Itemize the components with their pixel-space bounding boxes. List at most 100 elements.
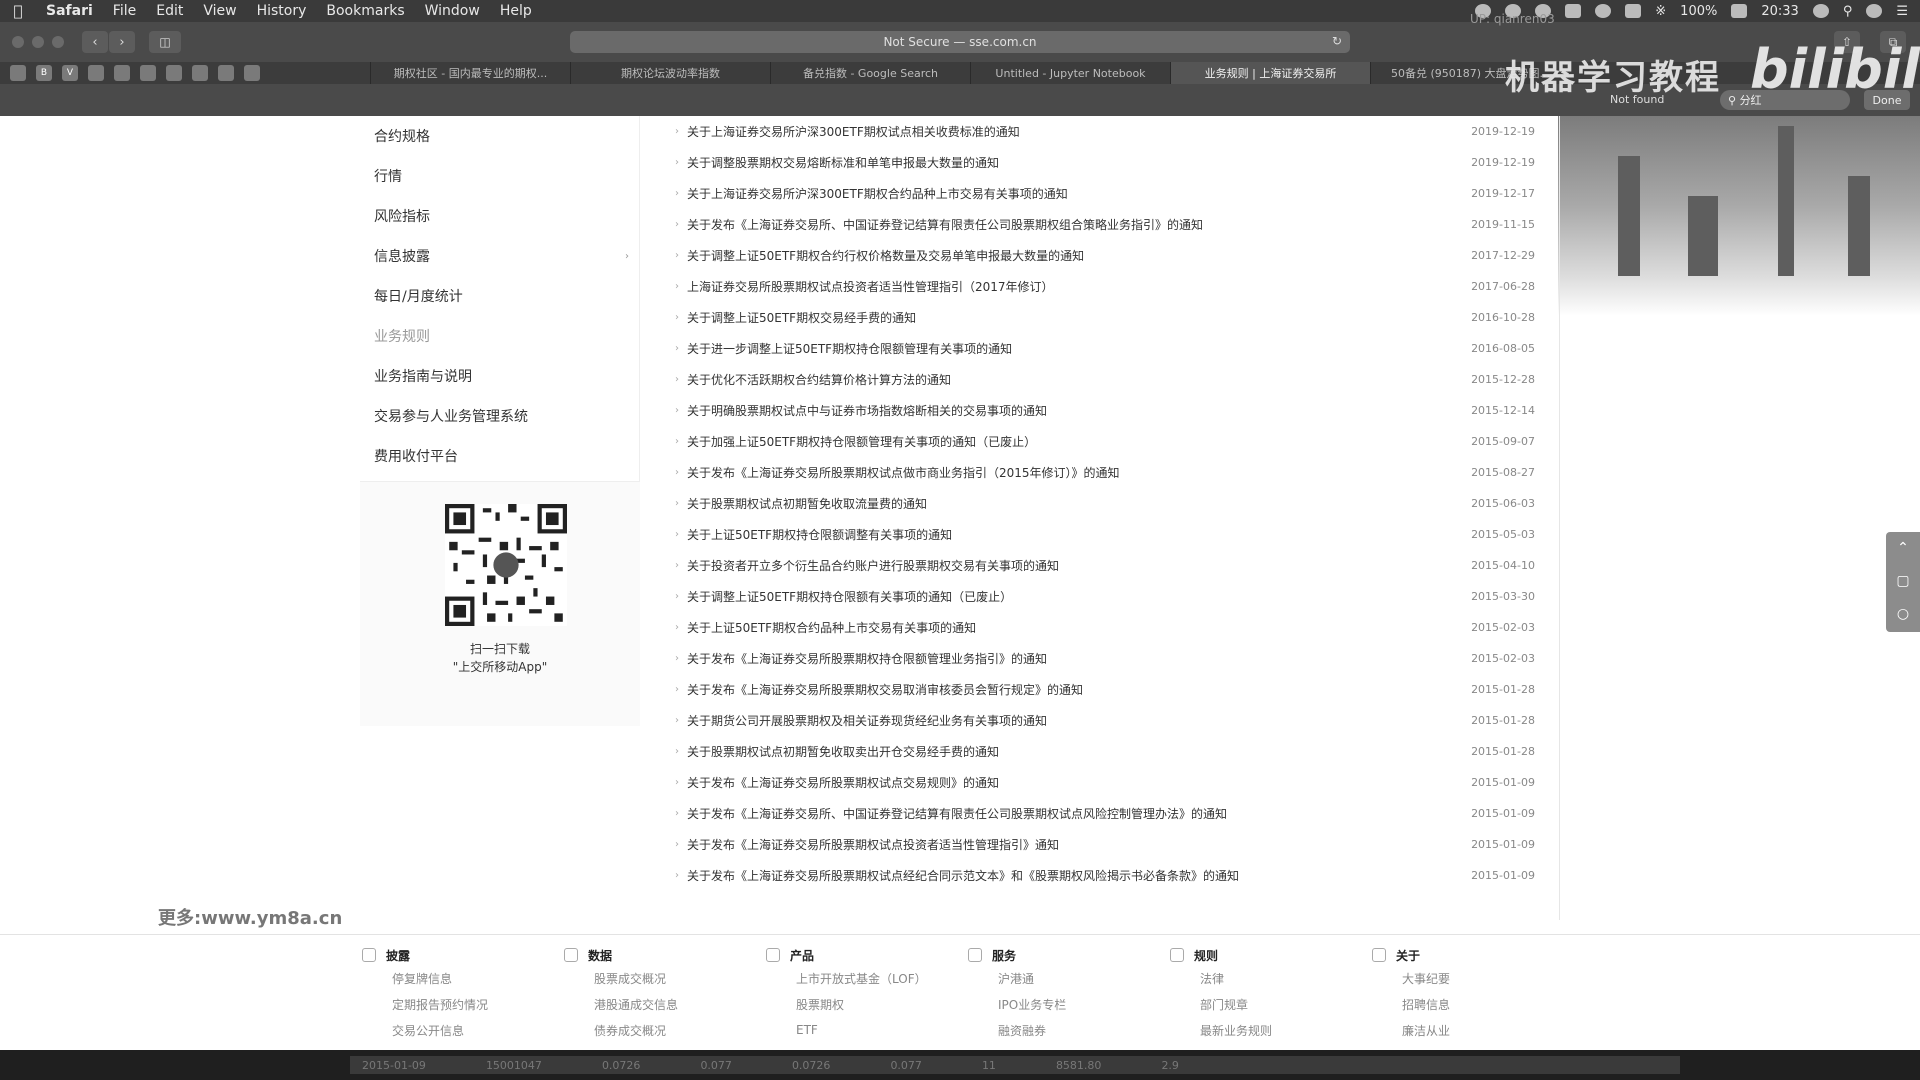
back-button[interactable]: ‹ — [82, 31, 108, 53]
address-bar[interactable]: Not Secure — sse.com.cn ↻ — [570, 31, 1350, 53]
notice-row[interactable]: › 关于发布《上海证券交易所股票期权持仓限额管理业务指引》的通知 2015-02-0… — [675, 643, 1559, 674]
notice-title[interactable]: 关于上海证券交易所沪深300ETF期权合约品种上市交易有关事项的通知 — [687, 185, 1469, 202]
user-icon[interactable] — [1812, 4, 1829, 18]
wifi-icon[interactable] — [1595, 4, 1612, 18]
favorite-icon-4[interactable] — [88, 65, 104, 81]
tab-google-search[interactable]: 备兑指数 - Google Search — [770, 62, 970, 84]
notice-title[interactable]: 关于调整上证50ETF期权合约行权价格数量及交易单笔申报最大数量的通知 — [687, 247, 1469, 264]
sidebar-item-risk-indicators[interactable]: 风险指标 — [360, 196, 639, 236]
notice-title[interactable]: 关于明确股票期权试点中与证券市场指数熔断相关的交易事项的通知 — [687, 402, 1469, 419]
notice-title[interactable]: 关于发布《上海证券交易所、中国证券登记结算有限责任公司股票期权组合策略业务指引》… — [687, 216, 1469, 233]
sidebar-toggle-icon[interactable]: ◫ — [149, 31, 181, 53]
menu-help[interactable]: Help — [490, 3, 542, 19]
notice-title[interactable]: 关于股票期权试点初期暂免收取卖出开仓交易经手费的通知 — [687, 743, 1469, 760]
zoom-window-button[interactable] — [52, 36, 64, 48]
notice-row[interactable]: › 关于上海证券交易所沪深300ETF期权合约品种上市交易有关事项的通知 2019-… — [675, 178, 1559, 209]
favorite-icon-10[interactable] — [244, 65, 260, 81]
footer-link[interactable]: ETF — [766, 1017, 956, 1043]
favorite-icon-1[interactable] — [10, 65, 26, 81]
notice-title[interactable]: 关于期货公司开展股票期权及相关证券现货经纪业务有关事项的通知 — [687, 712, 1469, 729]
clock[interactable]: 20:33 — [1761, 4, 1798, 19]
favorite-icon-6[interactable] — [140, 65, 156, 81]
notice-row[interactable]: › 关于进一步调整上证50ETF期权持仓限额管理有关事项的通知 2016-08-05 — [675, 333, 1559, 364]
notice-row[interactable]: › 上海证券交易所股票期权试点投资者适当性管理指引（2017年修订） 2017-06… — [675, 271, 1559, 302]
bluetooth-icon[interactable]: ※ — [1655, 4, 1666, 19]
notice-title[interactable]: 关于调整上证50ETF期权交易经手费的通知 — [687, 309, 1469, 326]
notice-title[interactable]: 关于发布《上海证券交易所股票期权试点投资者适当性管理指引》通知 — [687, 836, 1469, 853]
notice-title[interactable]: 关于发布《上海证券交易所股票期权试点交易规则》的通知 — [687, 774, 1469, 791]
tab-volatility-index[interactable]: 期权论坛波动率指数 — [570, 62, 770, 84]
tab-jupyter[interactable]: Untitled - Jupyter Notebook — [970, 62, 1170, 84]
notice-row[interactable]: › 关于加强上证50ETF期权持仓限额管理有关事项的通知（已废止） 2015-09-… — [675, 426, 1559, 457]
notice-title[interactable]: 关于投资者开立多个衍生品合约账户进行股票期权交易有关事项的通知 — [687, 557, 1469, 574]
notice-row[interactable]: › 关于上海证券交易所沪深300ETF期权试点相关收费标准的通知 2019-12-1… — [675, 116, 1559, 147]
footer-link[interactable]: 股票期权 — [766, 991, 956, 1017]
notice-row[interactable]: › 关于发布《上海证券交易所股票期权试点投资者适当性管理指引》通知 2015-01-… — [675, 829, 1559, 860]
reload-icon[interactable]: ↻ — [1332, 34, 1342, 48]
menu-history[interactable]: History — [247, 3, 317, 19]
menu-app-name[interactable]: Safari — [36, 3, 103, 19]
notice-row[interactable]: › 关于发布《上海证券交易所股票期权试点交易规则》的通知 2015-01-09 — [675, 767, 1559, 798]
notice-title[interactable]: 关于上证50ETF期权持仓限额调整有关事项的通知 — [687, 526, 1469, 543]
favorite-icon-5[interactable] — [114, 65, 130, 81]
notice-title[interactable]: 关于发布《上海证券交易所股票期权持仓限额管理业务指引》的通知 — [687, 650, 1469, 667]
battery-icon[interactable] — [1731, 4, 1748, 18]
favorite-icon-8[interactable] — [192, 65, 208, 81]
notice-title[interactable]: 关于股票期权试点初期暂免收取流量费的通知 — [687, 495, 1469, 512]
grid-icon[interactable] — [1625, 4, 1642, 18]
notice-row[interactable]: › 关于调整上证50ETF期权持仓限额有关事项的通知（已废止） 2015-03-30 — [675, 581, 1559, 612]
favorite-icon-9[interactable] — [218, 65, 234, 81]
sidebar-item-fee-platform[interactable]: 费用收付平台 — [360, 436, 639, 476]
footer-heading[interactable]: 数据 — [564, 945, 754, 965]
sidebar-item-business-rules[interactable]: 业务规则 — [360, 316, 639, 356]
notice-title[interactable]: 关于发布《上海证券交易所股票期权试点做市商业务指引（2015年修订）》的通知 — [687, 464, 1469, 481]
menu-edit[interactable]: Edit — [146, 3, 193, 19]
footer-link[interactable]: 停复牌信息 — [362, 965, 552, 991]
notice-row[interactable]: › 关于上证50ETF期权合约品种上市交易有关事项的通知 2015-02-03 — [675, 612, 1559, 643]
footer-heading[interactable]: 产品 — [766, 945, 956, 965]
notice-title[interactable]: 上海证券交易所股票期权试点投资者适当性管理指引（2017年修订） — [687, 278, 1469, 295]
sidebar-item-participant-system[interactable]: 交易参与人业务管理系统 — [360, 396, 639, 436]
notice-row[interactable]: › 关于发布《上海证券交易所股票期权交易取消审核委员会暂行规定》的通知 2015-0… — [675, 674, 1559, 705]
notification-center-icon[interactable]: ☰ — [1896, 4, 1908, 19]
notice-row[interactable]: › 关于调整股票期权交易熔断标准和单笔申报最大数量的通知 2019-12-19 — [675, 147, 1559, 178]
footer-link[interactable]: 融资融券 — [968, 1017, 1158, 1043]
footer-link[interactable]: 最新业务规则 — [1170, 1017, 1360, 1043]
favorite-icon-7[interactable] — [166, 65, 182, 81]
notice-title[interactable]: 关于上海证券交易所沪深300ETF期权试点相关收费标准的通知 — [687, 123, 1469, 140]
footer-link[interactable]: 定期报告预约情况 — [362, 991, 552, 1017]
footer-link[interactable]: 港股通成交信息 — [564, 991, 754, 1017]
minimize-window-button[interactable] — [32, 36, 44, 48]
sidebar-item-guides[interactable]: 业务指南与说明 — [360, 356, 639, 396]
menu-view[interactable]: View — [193, 3, 246, 19]
chat-icon[interactable]: ○ — [1886, 598, 1920, 631]
notice-title[interactable]: 关于调整股票期权交易熔断标准和单笔申报最大数量的通知 — [687, 154, 1469, 171]
back-to-top-icon[interactable]: ⌃ — [1886, 532, 1920, 565]
notice-title[interactable]: 关于调整上证50ETF期权持仓限额有关事项的通知（已废止） — [687, 588, 1469, 605]
notice-title[interactable]: 关于优化不活跃期权合约结算价格计算方法的通知 — [687, 371, 1469, 388]
notice-title[interactable]: 关于发布《上海证券交易所股票期权试点经纪合同示范文本》和《股票期权风险揭示书必备… — [687, 867, 1469, 884]
notice-row[interactable]: › 关于调整上证50ETF期权合约行权价格数量及交易单笔申报最大数量的通知 2017… — [675, 240, 1559, 271]
menu-file[interactable]: File — [103, 3, 146, 19]
siri-icon[interactable] — [1866, 4, 1883, 18]
footer-link[interactable]: 廉洁从业 — [1372, 1017, 1562, 1043]
notice-row[interactable]: › 关于期货公司开展股票期权及相关证券现货经纪业务有关事项的通知 2015-01-2… — [675, 705, 1559, 736]
notice-row[interactable]: › 关于明确股票期权试点中与证券市场指数熔断相关的交易事项的通知 2015-12-1… — [675, 395, 1559, 426]
footer-link[interactable]: 交易公开信息 — [362, 1017, 552, 1043]
spotlight-search-icon[interactable]: ⚲ — [1843, 4, 1853, 19]
menu-window[interactable]: Window — [415, 3, 490, 19]
forward-button[interactable]: › — [109, 31, 135, 53]
notice-row[interactable]: › 关于股票期权试点初期暂免收取卖出开仓交易经手费的通知 2015-01-28 — [675, 736, 1559, 767]
notice-row[interactable]: › 关于调整上证50ETF期权交易经手费的通知 2016-10-28 — [675, 302, 1559, 333]
tab-sse-rules[interactable]: 业务规则 | 上海证券交易所 — [1170, 62, 1370, 84]
footer-heading[interactable]: 披露 — [362, 945, 552, 965]
notice-title[interactable]: 关于发布《上海证券交易所股票期权交易取消审核委员会暂行规定》的通知 — [687, 681, 1469, 698]
notice-row[interactable]: › 关于发布《上海证券交易所股票期权试点经纪合同示范文本》和《股票期权风险揭示书必… — [675, 860, 1559, 891]
sidebar-item-daily-monthly-stats[interactable]: 每日/月度统计 — [360, 276, 639, 316]
footer-link[interactable]: 大事纪要 — [1372, 965, 1562, 991]
notice-row[interactable]: › 关于投资者开立多个衍生品合约账户进行股票期权交易有关事项的通知 2015-04-… — [675, 550, 1559, 581]
footer-link[interactable]: 法律 — [1170, 965, 1360, 991]
feedback-icon[interactable]: ▢ — [1886, 565, 1920, 598]
footer-link[interactable]: 上市开放式基金（LOF） — [766, 965, 956, 991]
notice-title[interactable]: 关于进一步调整上证50ETF期权持仓限额管理有关事项的通知 — [687, 340, 1469, 357]
